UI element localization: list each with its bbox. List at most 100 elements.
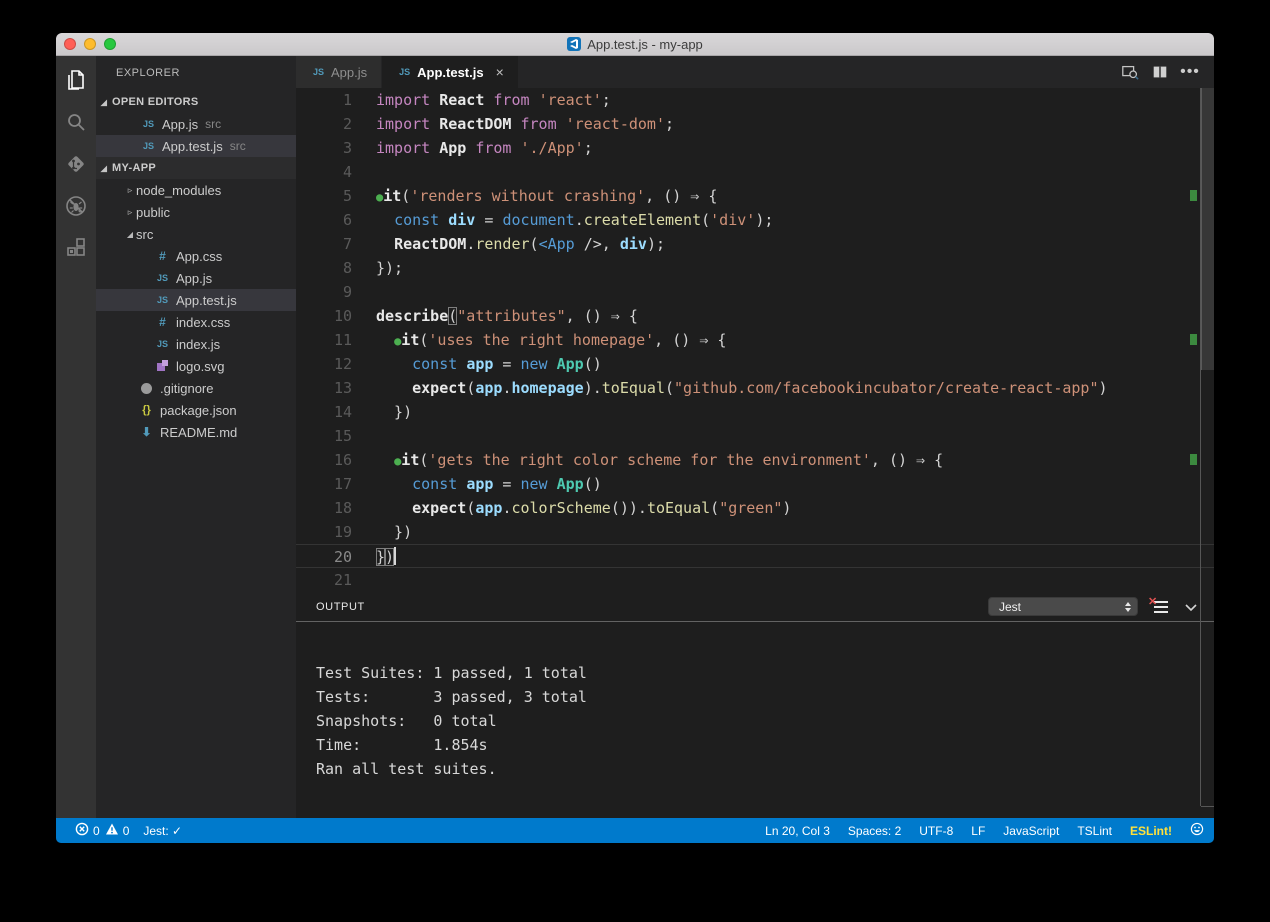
- clear-output-icon[interactable]: [1152, 600, 1168, 614]
- code-line[interactable]: 17 const app = new App(): [296, 472, 1214, 496]
- code-line[interactable]: 3import App from './App';: [296, 136, 1214, 160]
- output-channel-select[interactable]: Jest: [988, 597, 1138, 616]
- tab-App.js[interactable]: JSApp.js: [296, 56, 382, 88]
- line-number: 17: [296, 472, 352, 496]
- line-number: 16: [296, 448, 352, 472]
- chevron-expanded-icon: ◢: [96, 164, 112, 173]
- chevron-expanded-icon: ◢: [124, 230, 136, 239]
- problems-indicator[interactable]: 00: [75, 822, 129, 839]
- desktop-background: App.test.js - my-app EXPLORER ◢ OPEN EDI…: [0, 0, 1270, 922]
- more-actions-icon[interactable]: •••: [1180, 62, 1200, 82]
- output-console[interactable]: Test Suites: 1 passed, 1 totalTests: 3 p…: [296, 622, 1214, 818]
- tree-file-.gitignore[interactable]: .gitignore: [96, 377, 296, 399]
- line-number: 6: [296, 208, 352, 232]
- line-number: 7: [296, 232, 352, 256]
- code-editor[interactable]: 1import React from 'react';2import React…: [296, 88, 1214, 592]
- smiley-icon: [1190, 822, 1204, 839]
- sidebar-title: EXPLORER: [96, 56, 296, 91]
- status-item-utf-8[interactable]: UTF-8: [919, 824, 953, 838]
- file-tree: ▹node_modules▹public◢src#App.cssJSApp.js…: [96, 179, 296, 443]
- code-line[interactable]: 12 const app = new App(): [296, 352, 1214, 376]
- activity-search-icon[interactable]: [62, 108, 90, 136]
- line-number: 8: [296, 256, 352, 280]
- code-line[interactable]: 4: [296, 160, 1214, 184]
- close-window-button[interactable]: [64, 38, 76, 50]
- status-item-smiley[interactable]: [1190, 822, 1204, 839]
- js-file-icon: JS: [154, 337, 171, 351]
- tree-folder-node_modules[interactable]: ▹node_modules: [96, 179, 296, 201]
- code-line[interactable]: 15: [296, 424, 1214, 448]
- open-preview-icon[interactable]: [1120, 62, 1140, 82]
- tab-App.test.js[interactable]: JSApp.test.js×: [382, 56, 519, 88]
- editor-scrollbar[interactable]: [1201, 88, 1214, 370]
- js-file-icon: JS: [154, 271, 171, 285]
- tree-file-package.json[interactable]: {}package.json: [96, 399, 296, 421]
- line-number: 2: [296, 112, 352, 136]
- open-editors-section-header[interactable]: ◢ OPEN EDITORS: [96, 91, 296, 113]
- status-item-jest[interactable]: Jest: ✓: [143, 824, 182, 838]
- code-line[interactable]: 16 ●it('gets the right color scheme for …: [296, 448, 1214, 472]
- zoom-window-button[interactable]: [104, 38, 116, 50]
- status-item-tslint[interactable]: TSLint: [1077, 824, 1112, 838]
- tree-file-index.js[interactable]: JSindex.js: [96, 333, 296, 355]
- line-number: 9: [296, 280, 352, 304]
- editor-actions: •••: [1120, 56, 1214, 88]
- line-number: 4: [296, 160, 352, 184]
- line-number: 18: [296, 496, 352, 520]
- line-number: 1: [296, 88, 352, 112]
- chevron-expanded-icon: ◢: [96, 98, 112, 107]
- code-line[interactable]: 19 }): [296, 520, 1214, 544]
- text-cursor: [394, 547, 396, 565]
- code-line[interactable]: 7 ReactDOM.render(<App />, div);: [296, 232, 1214, 256]
- collapse-panel-icon[interactable]: [1182, 598, 1200, 616]
- code-line[interactable]: 2import ReactDOM from 'react-dom';: [296, 112, 1214, 136]
- minimize-window-button[interactable]: [84, 38, 96, 50]
- tree-folder-public[interactable]: ▹public: [96, 201, 296, 223]
- code-line[interactable]: 14 }): [296, 400, 1214, 424]
- test-pass-overview-mark: [1190, 334, 1197, 345]
- open-editor-item[interactable]: JSApp.test.jssrc: [96, 135, 296, 157]
- tree-file-logo.svg[interactable]: logo.svg: [96, 355, 296, 377]
- code-line[interactable]: 13 expect(app.homepage).toEqual("github.…: [296, 376, 1214, 400]
- code-line[interactable]: 1import React from 'react';: [296, 88, 1214, 112]
- vscode-logo-icon: [567, 37, 581, 51]
- folder-section-header[interactable]: ◢ MY-APP: [96, 157, 296, 179]
- code-line[interactable]: 6 const div = document.createElement('di…: [296, 208, 1214, 232]
- code-line[interactable]: 11 ●it('uses the right homepage', () ⇒ {: [296, 328, 1214, 352]
- activity-source-control-icon[interactable]: [62, 150, 90, 178]
- code-line[interactable]: 20}): [296, 544, 1214, 568]
- activity-explorer-icon[interactable]: [62, 66, 90, 94]
- status-item-eslint[interactable]: ESLint!: [1130, 824, 1172, 838]
- code-line[interactable]: 21: [296, 568, 1214, 592]
- tree-file-App.js[interactable]: JSApp.js: [96, 267, 296, 289]
- line-number: 19: [296, 520, 352, 544]
- tab-bar: JSApp.jsJSApp.test.js× •••: [296, 56, 1214, 88]
- status-item-ln-20-col-3[interactable]: Ln 20, Col 3: [765, 824, 830, 838]
- js-file-icon: JS: [154, 293, 171, 307]
- open-editors-list: JSApp.jssrcJSApp.test.jssrc: [96, 113, 296, 157]
- tree-folder-src[interactable]: ◢src: [96, 223, 296, 245]
- tree-file-App.test.js[interactable]: JSApp.test.js: [96, 289, 296, 311]
- code-line[interactable]: 10describe("attributes", () ⇒ {: [296, 304, 1214, 328]
- titlebar[interactable]: App.test.js - my-app: [56, 33, 1214, 56]
- status-item-javascript[interactable]: JavaScript: [1003, 824, 1059, 838]
- scrollbar-corner: [1201, 806, 1214, 818]
- split-editor-icon[interactable]: [1150, 62, 1170, 82]
- status-item-spaces-2[interactable]: Spaces: 2: [848, 824, 901, 838]
- code-line[interactable]: 8});: [296, 256, 1214, 280]
- explorer-sidebar: EXPLORER ◢ OPEN EDITORS JSApp.jssrcJSApp…: [96, 56, 296, 818]
- activity-extensions-icon[interactable]: [62, 234, 90, 262]
- code-line[interactable]: 5●it('renders without crashing', () ⇒ {: [296, 184, 1214, 208]
- open-editor-item[interactable]: JSApp.jssrc: [96, 113, 296, 135]
- tree-file-index.css[interactable]: #index.css: [96, 311, 296, 333]
- tree-file-README.md[interactable]: ⬇README.md: [96, 421, 296, 443]
- status-item-lf[interactable]: LF: [971, 824, 985, 838]
- status-item-0[interactable]: 0: [75, 822, 100, 839]
- code-line[interactable]: 18 expect(app.colorScheme()).toEqual("gr…: [296, 496, 1214, 520]
- tree-file-App.css[interactable]: #App.css: [96, 245, 296, 267]
- activity-debug-icon[interactable]: [62, 192, 90, 220]
- status-item-0[interactable]: 0: [105, 822, 130, 839]
- line-number: 14: [296, 400, 352, 424]
- close-tab-icon[interactable]: ×: [496, 64, 504, 80]
- code-line[interactable]: 9: [296, 280, 1214, 304]
